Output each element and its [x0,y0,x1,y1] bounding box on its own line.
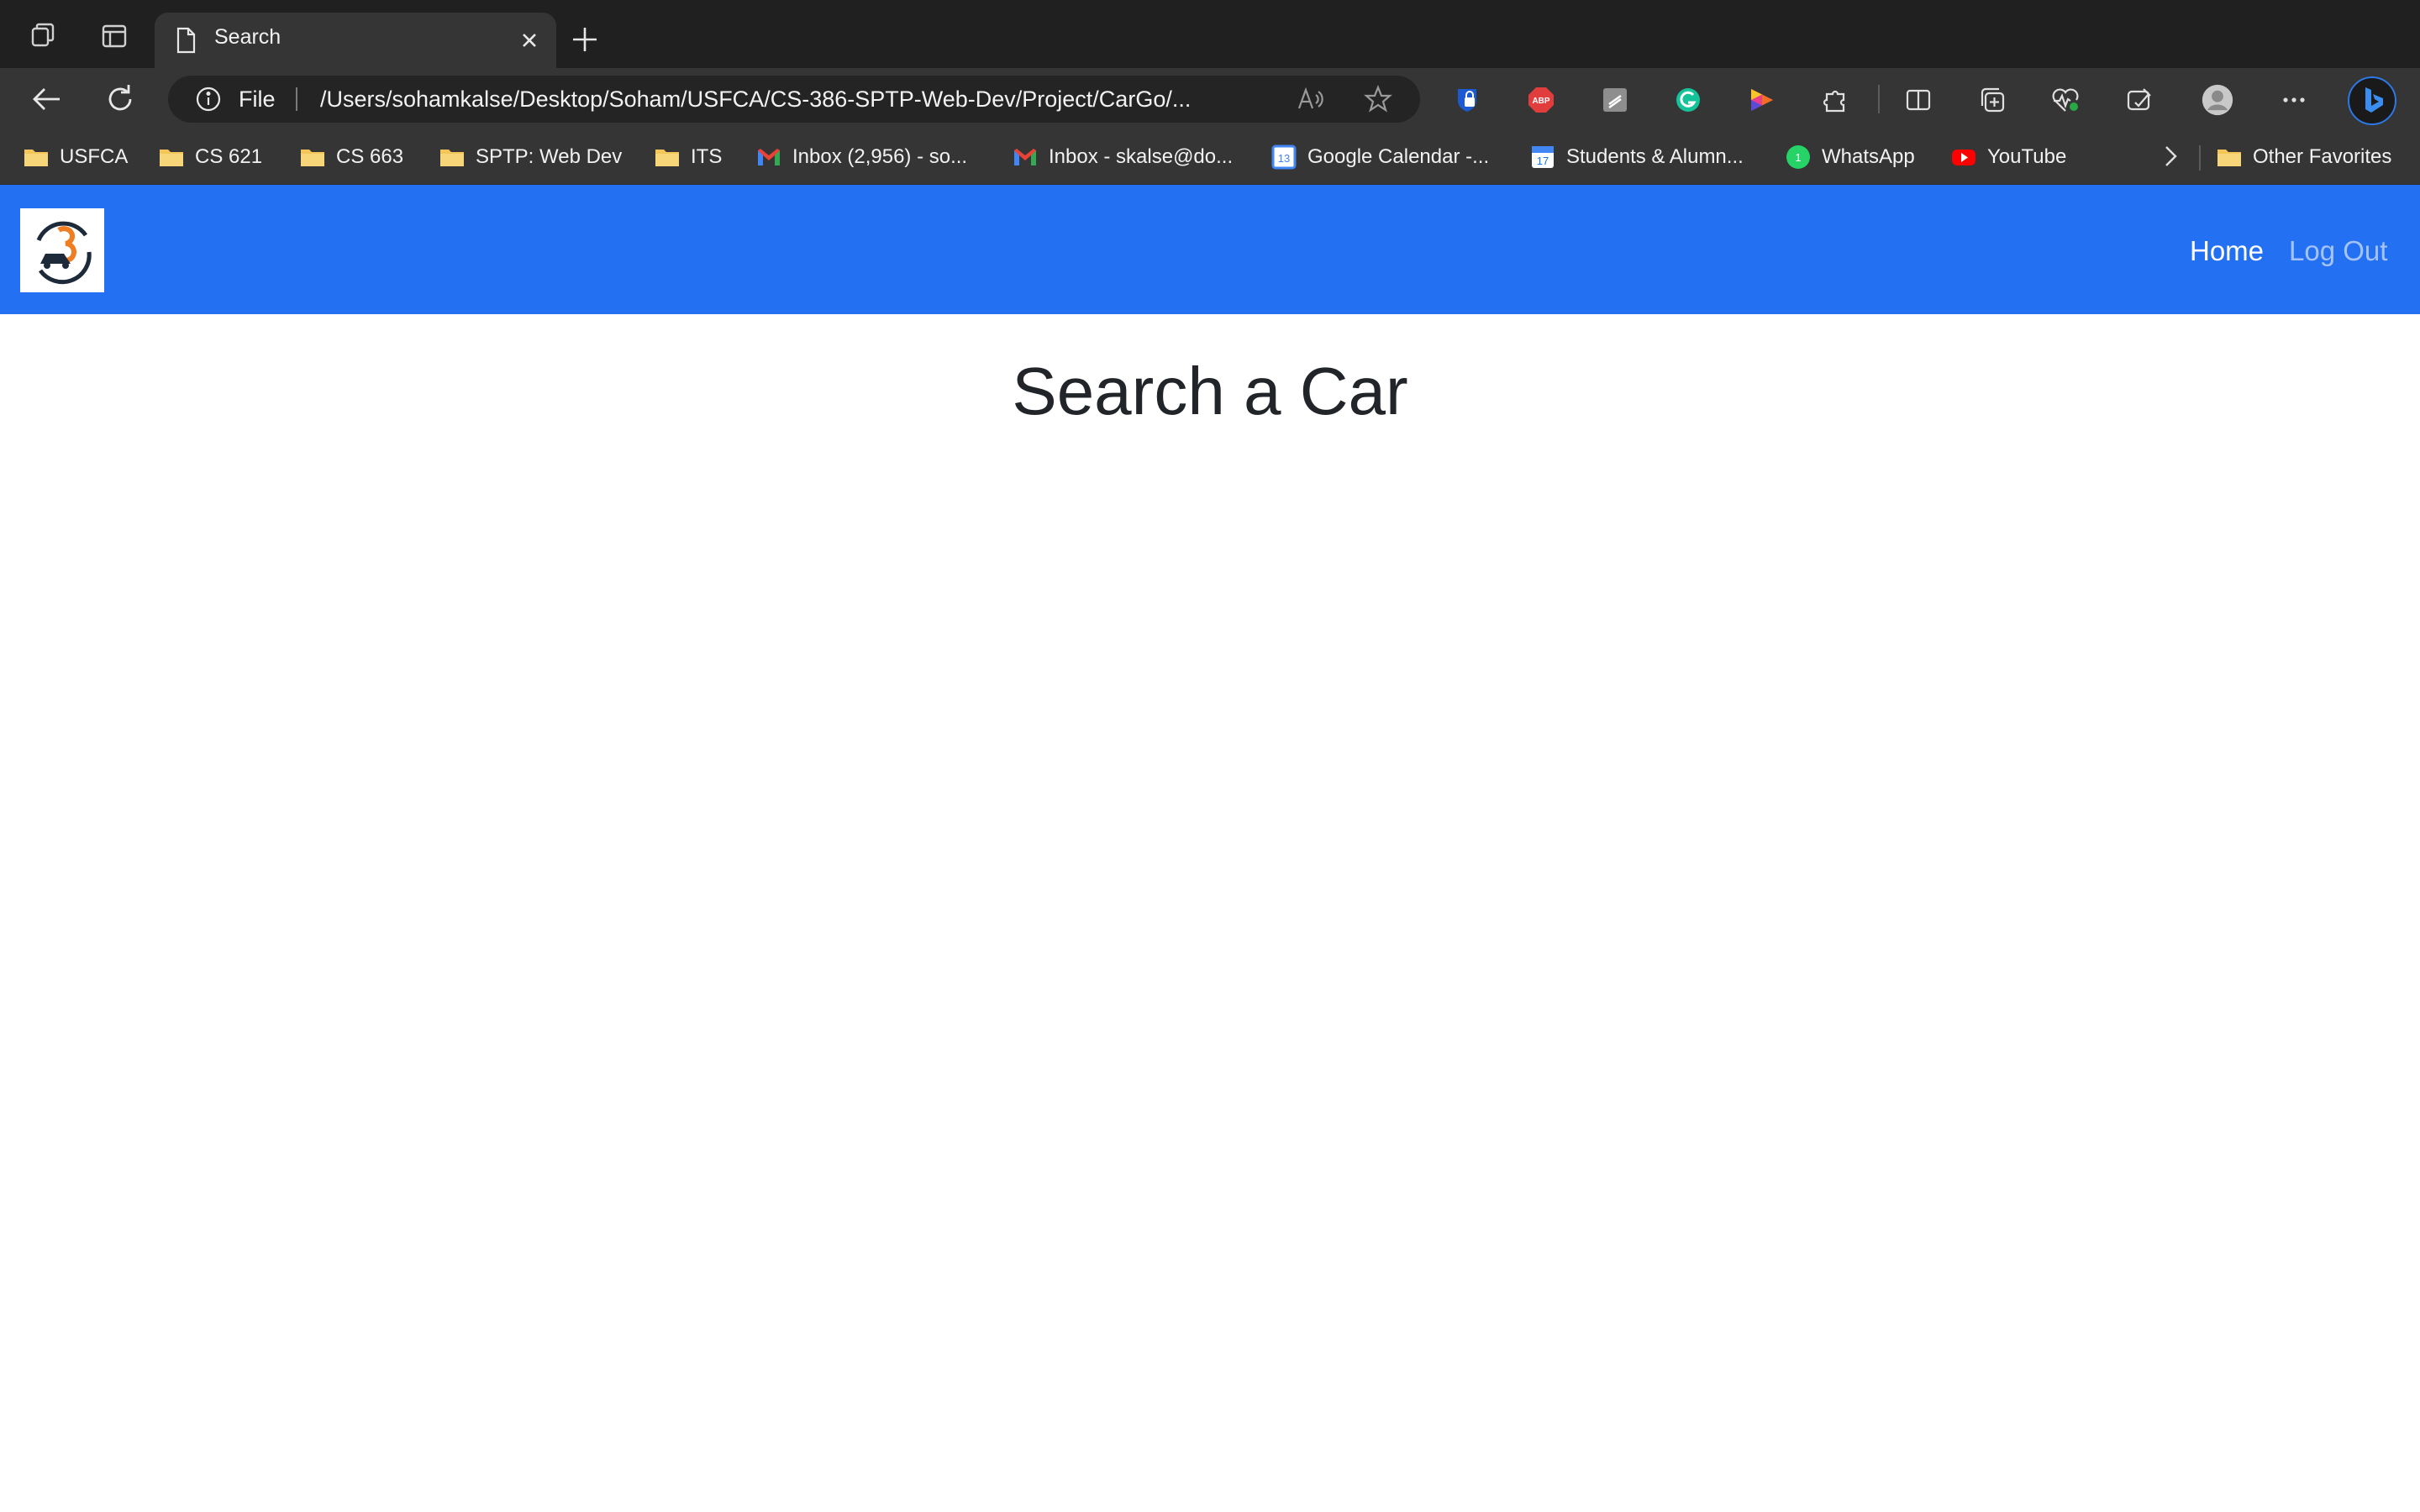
folder-icon [24,150,48,166]
favorite-star-icon[interactable] [1364,85,1392,113]
folder-icon [160,150,183,166]
svg-text:17: 17 [1537,155,1549,167]
puzzle-icon[interactable] [1820,84,1852,116]
refresh-icon[interactable] [103,81,138,117]
bookmarks-separator [2199,145,2201,171]
toolbar-separator [1878,85,1880,113]
nav-home-link[interactable]: Home [2190,235,2264,267]
tab-actions-icon[interactable] [98,20,130,52]
browser-essentials-icon[interactable] [2123,84,2155,116]
bookmark-youtube[interactable]: YouTube [1950,143,2066,171]
calendar-17-icon: 17 [1532,146,1554,168]
profile-icon[interactable] [2202,84,2233,116]
youtube-icon [1952,150,1975,165]
heartbeat-icon[interactable] [2049,84,2081,116]
whatsapp-icon: 1 [1786,145,1810,169]
grammarly-icon[interactable] [1672,84,1704,116]
browser-toolbar: File /Users/sohamkalse/Desktop/Soham/USF… [0,68,2420,130]
read-aloud-icon[interactable] [1296,85,1324,113]
tab-title: Search [214,25,281,49]
svg-text:13: 13 [1278,152,1290,165]
url-text[interactable]: /Users/sohamkalse/Desktop/Soham/USFCA/CS… [320,87,1191,113]
bitwarden-icon[interactable] [1451,84,1483,116]
back-icon[interactable] [29,81,65,117]
bookmark-whatsapp[interactable]: 1 WhatsApp [1785,143,1915,171]
page-title: Search a Car [1012,354,1408,428]
gmail-icon [1014,149,1036,165]
bookmark-inbox-gmail[interactable]: Inbox (2,956) - so... [755,143,967,171]
adblock-plus-icon[interactable]: ABP [1525,84,1557,116]
car-logo-icon [36,221,92,285]
bookmark-other-favorites[interactable]: Other Favorites [2216,143,2391,171]
scheme-label: File [239,87,276,112]
chevron-right-icon[interactable] [2156,142,2185,171]
bookmark-sptp-web-dev[interactable]: SPTP: Web Dev [439,143,622,171]
site-navbar: Home Log Out [0,185,2420,314]
site-logo[interactable] [20,208,104,292]
calendar-13-icon: 13 [1271,144,1297,170]
nav-logout-link[interactable]: Log Out [2289,235,2387,267]
folder-icon [655,150,679,166]
collections-icon[interactable] [1976,84,2008,116]
browser-tab-bar: Search [0,0,2420,68]
site-info-icon[interactable] [195,86,222,113]
page-icon [176,27,196,54]
tab-search[interactable]: Search [155,13,556,68]
folder-icon [301,150,324,166]
extension-gray-icon[interactable] [1599,84,1631,116]
address-bar[interactable]: File /Users/sohamkalse/Desktop/Soham/USF… [168,76,1420,123]
bookmark-cs-663[interactable]: CS 663 [299,143,403,171]
bookmark-inbox-outlook[interactable]: Inbox - skalse@do... [1012,143,1233,171]
gmail-icon [758,149,780,165]
bookmark-usfca[interactable]: USFCA [23,143,128,171]
svg-text:ABP: ABP [1532,97,1549,106]
color-picker-icon[interactable] [1746,84,1778,116]
folder-icon [2217,150,2241,166]
bookmark-students-alumni[interactable]: 17 Students & Alumn... [1529,143,1744,171]
new-tab-icon[interactable] [569,24,601,55]
split-screen-icon[interactable] [1902,84,1934,116]
more-icon[interactable] [2278,84,2310,116]
folder-icon [440,150,464,166]
close-icon[interactable] [515,26,544,55]
bookmark-its[interactable]: ITS [654,143,722,171]
svg-text:1: 1 [1795,151,1801,164]
bookmark-cs-621[interactable]: CS 621 [158,143,262,171]
bookmarks-bar: USFCA CS 621 CS 663 SPTP: Web Dev ITS In… [0,130,2420,185]
workspaces-icon[interactable] [28,20,60,52]
bookmark-google-calendar[interactable]: 13 Google Calendar -... [1270,143,1489,171]
bing-copilot-icon[interactable] [2347,76,2397,126]
address-separator [296,87,297,111]
